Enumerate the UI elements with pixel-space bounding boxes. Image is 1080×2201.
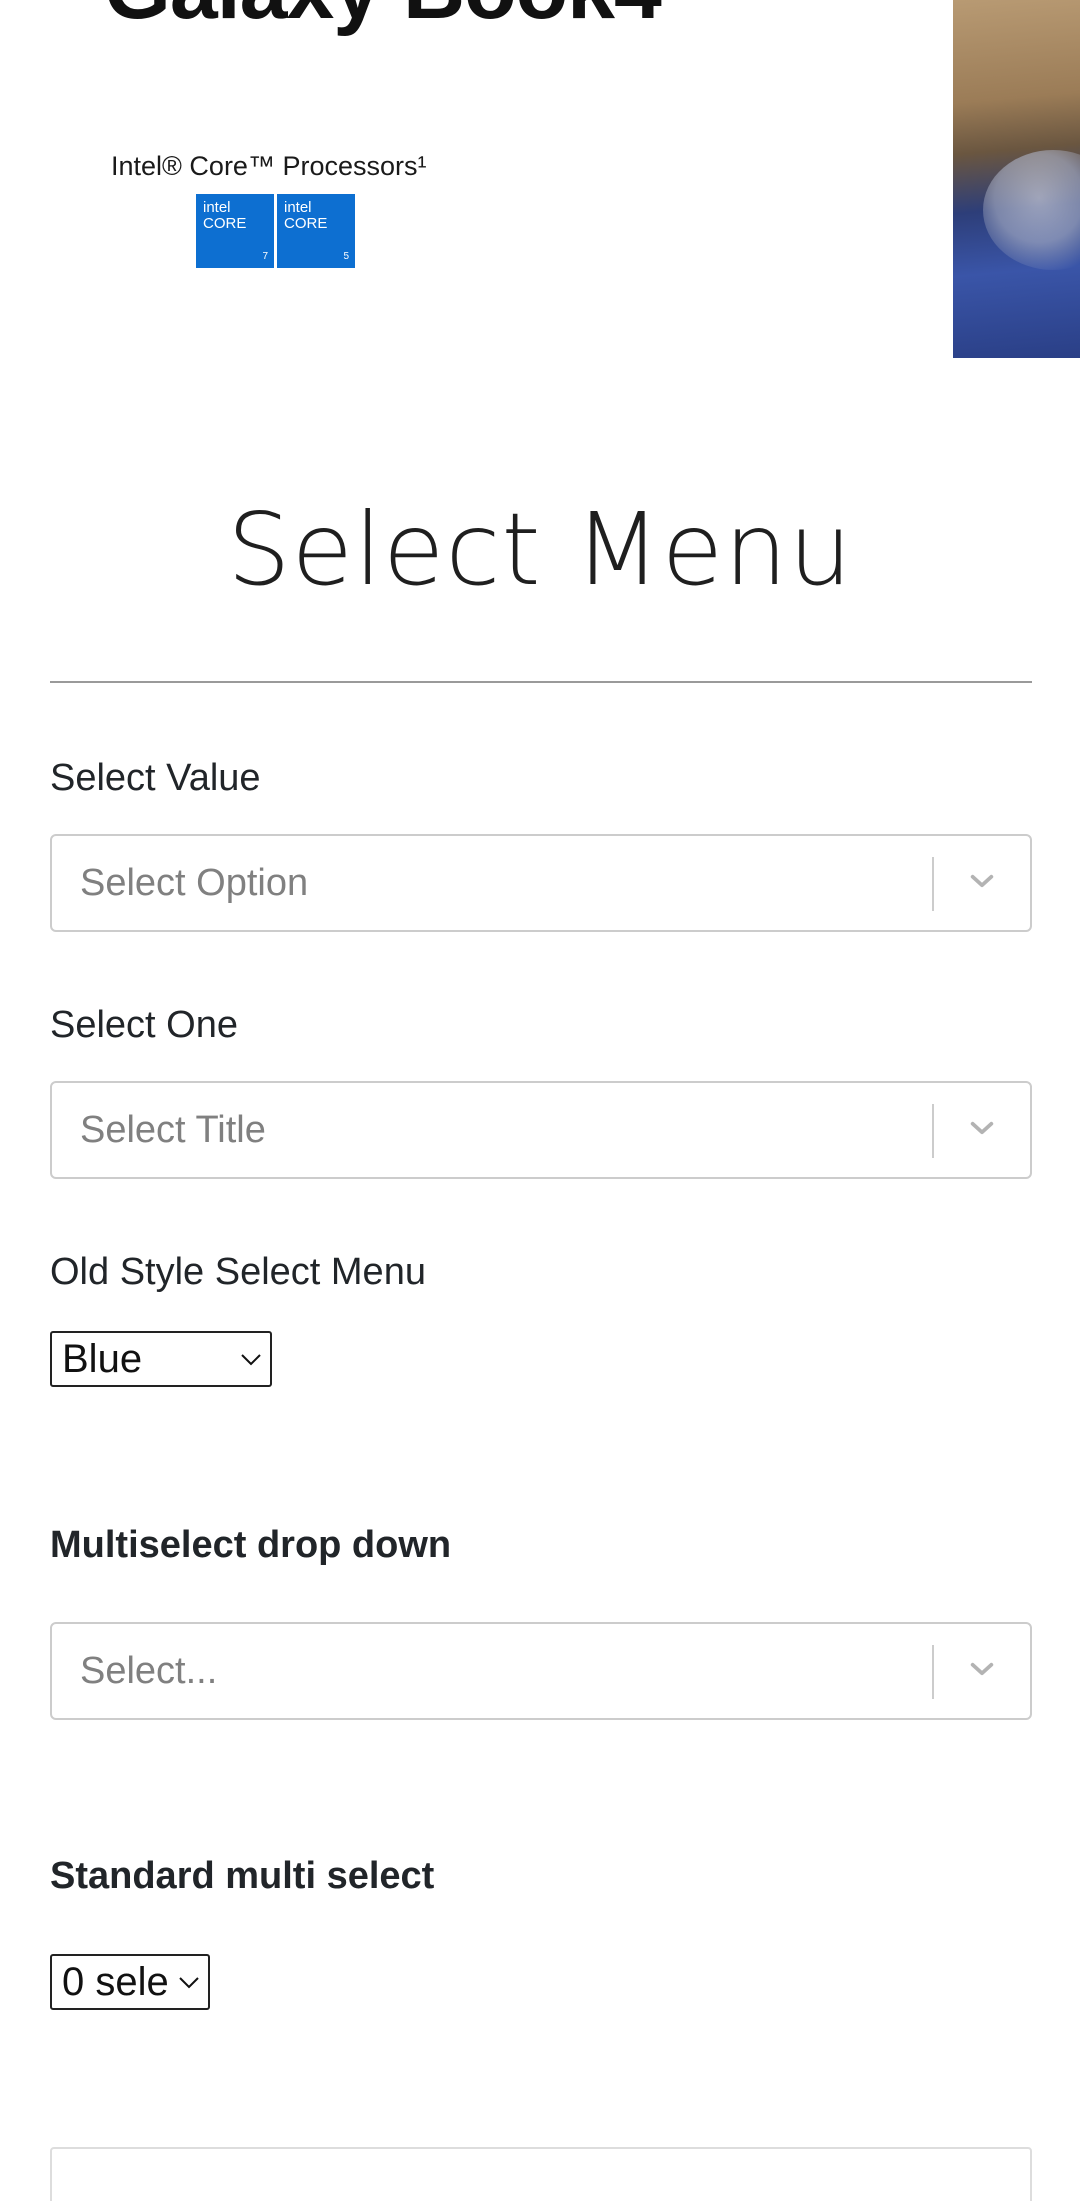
multiselect-label: Multiselect drop down <box>50 1524 452 1566</box>
intel-badges: intel CORE 7 intel CORE 5 <box>196 194 355 268</box>
select-value-dropdown[interactable]: Select Option <box>50 834 1032 932</box>
select-one-dropdown[interactable]: Select Title <box>50 1081 1032 1179</box>
chevron-down-icon <box>965 1652 999 1691</box>
chevron-down-icon <box>238 1347 264 1371</box>
old-style-select-value: Blue <box>62 1337 143 1381</box>
dropdown-indicator[interactable] <box>934 1624 1030 1718</box>
select-one-placeholder: Select Title <box>80 1109 266 1151</box>
dropdown-indicator[interactable] <box>934 1083 1030 1177</box>
bottom-card <box>50 2147 1032 2201</box>
select-value-label: Select Value <box>50 757 261 799</box>
intel-core-7-logo: intel CORE 7 <box>196 194 274 268</box>
ad-banner[interactable]: Galaxy Book4 Intel® Core™ Processors¹ in… <box>0 0 1080 358</box>
standard-multi-select-value: 0 sele <box>62 1960 169 2004</box>
select-one-label: Select One <box>50 1004 238 1046</box>
chevron-down-icon <box>176 1970 202 1994</box>
chevron-down-icon <box>965 864 999 903</box>
multiselect-placeholder: Select... <box>80 1650 218 1692</box>
ad-brand-title: Galaxy Book4 <box>104 0 662 39</box>
standard-multi-select[interactable]: 0 sele <box>50 1954 210 2010</box>
old-style-select[interactable]: Blue <box>50 1331 272 1387</box>
intel-badge-brand: intel <box>203 199 231 216</box>
intel-badge-brand: intel <box>284 199 312 216</box>
intel-badge-gen: 5 <box>343 251 349 262</box>
intel-badge-line: CORE <box>284 215 328 232</box>
old-style-select-label: Old Style Select Menu <box>50 1251 426 1293</box>
ad-processors-text: Intel® Core™ Processors¹ <box>111 151 427 181</box>
intel-core-5-logo: intel CORE 5 <box>277 194 355 268</box>
multiselect-dropdown[interactable]: Select... <box>50 1622 1032 1720</box>
chevron-down-icon <box>965 1111 999 1150</box>
page: Galaxy Book4 Intel® Core™ Processors¹ in… <box>0 0 1080 2201</box>
intel-badge-line: CORE <box>203 215 247 232</box>
intel-badge-gen: 7 <box>262 251 268 262</box>
select-value-placeholder: Select Option <box>80 862 309 904</box>
title-divider <box>50 681 1032 683</box>
page-title: Select Menu <box>227 491 853 608</box>
standard-multi-select-label: Standard multi select <box>50 1855 435 1897</box>
dropdown-indicator[interactable] <box>934 836 1030 930</box>
ad-product-photo <box>953 0 1080 358</box>
